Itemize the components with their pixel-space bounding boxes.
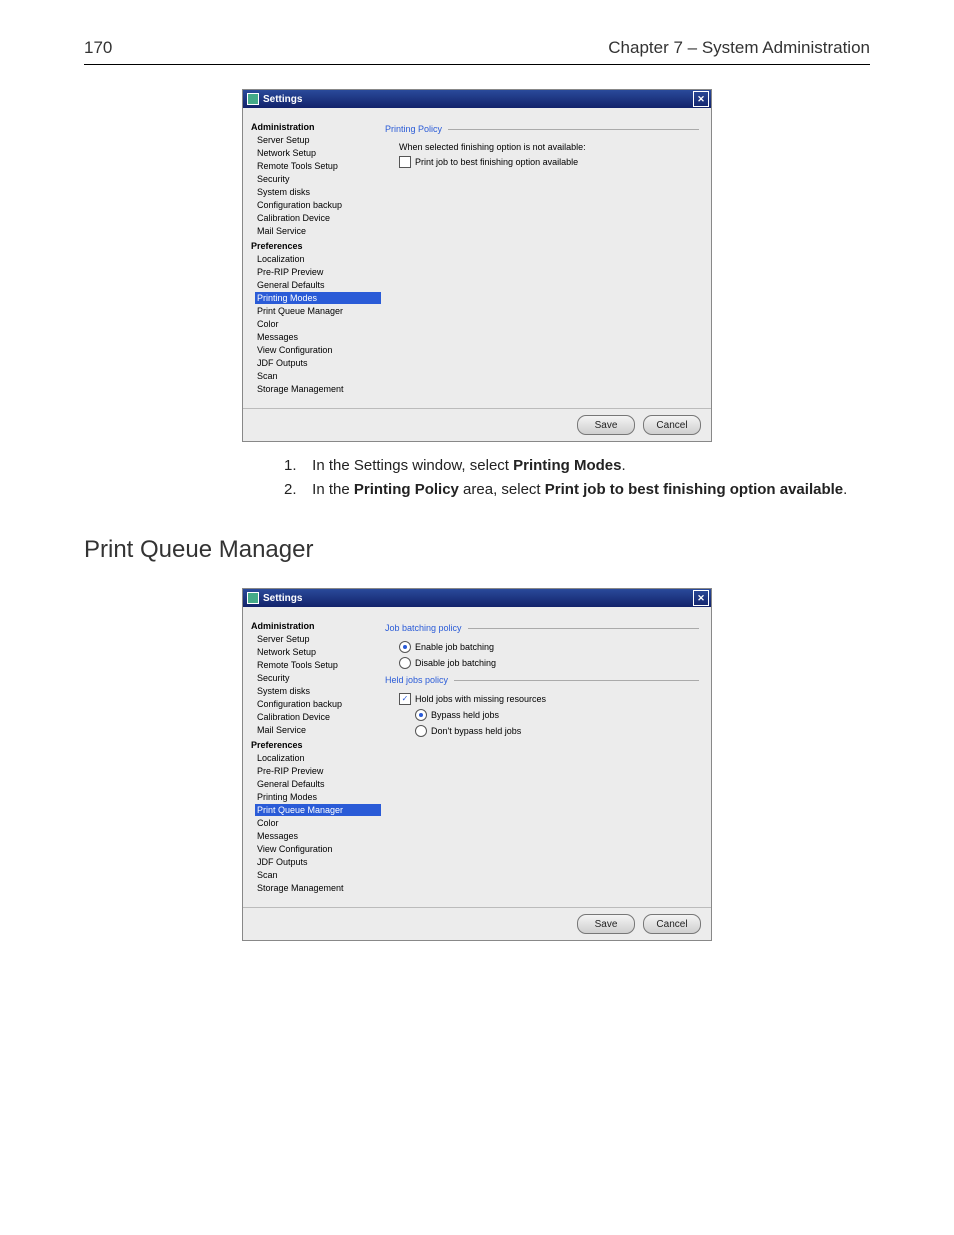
- dialog-footer: Save Cancel: [243, 907, 711, 940]
- sidebar-item[interactable]: Pre-RIP Preview: [255, 765, 381, 777]
- window-title: Settings: [263, 94, 302, 105]
- cancel-button[interactable]: Cancel: [643, 415, 701, 435]
- group-label: Held jobs policy: [385, 675, 448, 685]
- sidebar-item[interactable]: Configuration backup: [255, 199, 381, 211]
- radio-row[interactable]: Disable job batching: [399, 657, 699, 669]
- chapter-title: Chapter 7 – System Administration: [608, 38, 870, 58]
- radio-label: Don't bypass held jobs: [431, 726, 521, 736]
- sidebar-item[interactable]: Remote Tools Setup: [255, 160, 381, 172]
- titlebar: Settings ✕: [243, 90, 711, 108]
- sidebar-item[interactable]: System disks: [255, 186, 381, 198]
- sidebar-item[interactable]: JDF Outputs: [255, 357, 381, 369]
- app-icon: [247, 592, 259, 604]
- sidebar-item[interactable]: View Configuration: [255, 344, 381, 356]
- close-icon[interactable]: ✕: [693, 91, 709, 107]
- page: 170 Chapter 7 – System Administration Se…: [0, 0, 954, 1235]
- radio-row[interactable]: Don't bypass held jobs: [415, 725, 699, 737]
- radio-row[interactable]: Bypass held jobs: [415, 709, 699, 721]
- sidebar-item[interactable]: View Configuration: [255, 843, 381, 855]
- page-number: 170: [84, 38, 112, 58]
- sidebar-item[interactable]: Security: [255, 672, 381, 684]
- policy-description: When selected finishing option is not av…: [399, 142, 699, 152]
- sidebar-item[interactable]: Remote Tools Setup: [255, 659, 381, 671]
- checkbox-row[interactable]: Hold jobs with missing resources: [399, 693, 699, 705]
- sidebar-item[interactable]: General Defaults: [255, 778, 381, 790]
- sidebar-item[interactable]: Messages: [255, 331, 381, 343]
- cancel-button[interactable]: Cancel: [643, 914, 701, 934]
- sidebar-item[interactable]: Localization: [255, 752, 381, 764]
- sidebar-item[interactable]: Mail Service: [255, 724, 381, 736]
- sidebar-item[interactable]: JDF Outputs: [255, 856, 381, 868]
- group-printing-policy: Printing Policy: [385, 124, 699, 134]
- dialog-footer: Save Cancel: [243, 408, 711, 441]
- sidebar-item[interactable]: Storage Management: [255, 882, 381, 894]
- instruction-list: 1. In the Settings window, select Printi…: [284, 454, 870, 502]
- sidebar-item[interactable]: Security: [255, 173, 381, 185]
- radio-icon[interactable]: [399, 641, 411, 653]
- checkbox-icon[interactable]: [399, 693, 411, 705]
- instruction-2: 2. In the Printing Policy area, select P…: [284, 478, 870, 502]
- settings-content: Job batching policy Enable job batching …: [381, 607, 711, 907]
- checkbox-row[interactable]: Print job to best finishing option avail…: [399, 156, 699, 168]
- sidebar-item[interactable]: Color: [255, 318, 381, 330]
- sidebar-group-preferences: Preferences: [251, 241, 381, 251]
- titlebar: Settings ✕: [243, 589, 711, 607]
- settings-dialog-2: Settings ✕ Administration Server Setup N…: [242, 588, 712, 941]
- radio-icon[interactable]: [415, 725, 427, 737]
- sidebar-item[interactable]: Color: [255, 817, 381, 829]
- settings-content: Printing Policy When selected finishing …: [381, 108, 711, 408]
- sidebar-group-administration: Administration: [251, 122, 381, 132]
- sidebar-item[interactable]: System disks: [255, 685, 381, 697]
- sidebar-item[interactable]: Server Setup: [255, 134, 381, 146]
- radio-label: Bypass held jobs: [431, 710, 499, 720]
- save-button[interactable]: Save: [577, 914, 635, 934]
- settings-dialog-1: Settings ✕ Administration Server Setup N…: [242, 89, 712, 442]
- section-heading: Print Queue Manager: [84, 536, 870, 564]
- sidebar-group-preferences: Preferences: [251, 740, 381, 750]
- sidebar-item[interactable]: Localization: [255, 253, 381, 265]
- window-title: Settings: [263, 593, 302, 604]
- radio-icon[interactable]: [399, 657, 411, 669]
- sidebar-item[interactable]: Messages: [255, 830, 381, 842]
- sidebar-item[interactable]: Calibration Device: [255, 711, 381, 723]
- save-button[interactable]: Save: [577, 415, 635, 435]
- group-job-batching: Job batching policy: [385, 623, 699, 633]
- group-label: Printing Policy: [385, 124, 442, 134]
- radio-row[interactable]: Enable job batching: [399, 641, 699, 653]
- page-header: 170 Chapter 7 – System Administration: [84, 38, 870, 65]
- checkbox-label: Hold jobs with missing resources: [415, 694, 546, 704]
- radio-icon[interactable]: [415, 709, 427, 721]
- instruction-1: 1. In the Settings window, select Printi…: [284, 454, 870, 478]
- sidebar-item-print-queue-manager[interactable]: Print Queue Manager: [255, 804, 381, 816]
- app-icon: [247, 93, 259, 105]
- radio-label: Enable job batching: [415, 642, 494, 652]
- close-icon[interactable]: ✕: [693, 590, 709, 606]
- sidebar-item[interactable]: Pre-RIP Preview: [255, 266, 381, 278]
- sidebar-item[interactable]: Network Setup: [255, 147, 381, 159]
- group-held-jobs: Held jobs policy: [385, 675, 699, 685]
- sidebar-item[interactable]: Mail Service: [255, 225, 381, 237]
- settings-sidebar: Administration Server Setup Network Setu…: [243, 108, 381, 408]
- settings-sidebar: Administration Server Setup Network Setu…: [243, 607, 381, 907]
- sidebar-item[interactable]: Network Setup: [255, 646, 381, 658]
- checkbox-icon[interactable]: [399, 156, 411, 168]
- sidebar-item[interactable]: Calibration Device: [255, 212, 381, 224]
- radio-label: Disable job batching: [415, 658, 496, 668]
- sidebar-item-printing-modes[interactable]: Printing Modes: [255, 292, 381, 304]
- sidebar-item[interactable]: Server Setup: [255, 633, 381, 645]
- sidebar-item[interactable]: Storage Management: [255, 383, 381, 395]
- sidebar-group-administration: Administration: [251, 621, 381, 631]
- sidebar-item[interactable]: Scan: [255, 370, 381, 382]
- sidebar-item[interactable]: Print Queue Manager: [255, 305, 381, 317]
- group-label: Job batching policy: [385, 623, 462, 633]
- checkbox-label: Print job to best finishing option avail…: [415, 157, 578, 167]
- sidebar-item[interactable]: Scan: [255, 869, 381, 881]
- sidebar-item[interactable]: Printing Modes: [255, 791, 381, 803]
- sidebar-item[interactable]: General Defaults: [255, 279, 381, 291]
- sidebar-item[interactable]: Configuration backup: [255, 698, 381, 710]
